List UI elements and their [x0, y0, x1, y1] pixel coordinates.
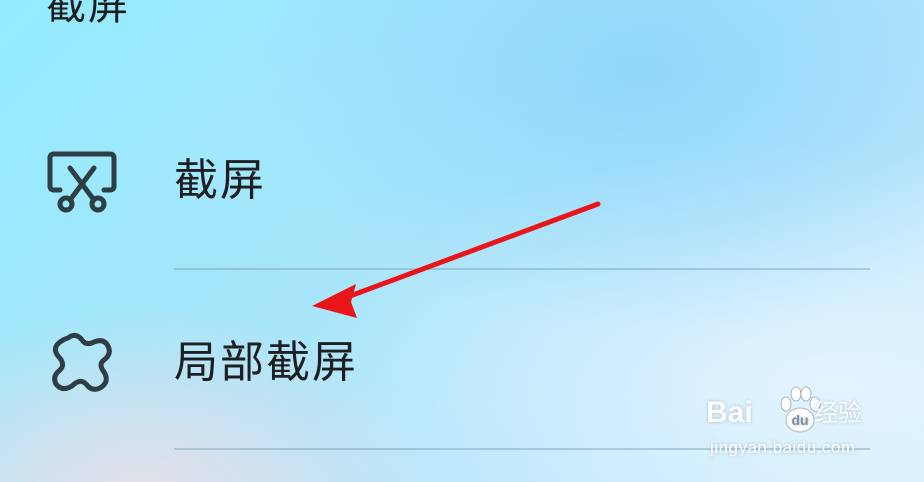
watermark-url: jingyan.baidu.com — [710, 438, 856, 457]
watermark: Bai du 经验 jingyan.baidu.com — [706, 378, 906, 468]
divider — [174, 268, 870, 270]
menu-item-label: 截屏 — [174, 155, 266, 206]
partial-screenshot-icon — [46, 328, 118, 396]
menu-item-screenshot[interactable]: 截屏 — [0, 130, 924, 230]
screenshot-scissors-icon — [46, 146, 118, 214]
section-title: 截屏 — [46, 0, 130, 29]
svg-text:du: du — [791, 412, 808, 428]
menu-item-label: 局部截屏 — [174, 337, 358, 388]
